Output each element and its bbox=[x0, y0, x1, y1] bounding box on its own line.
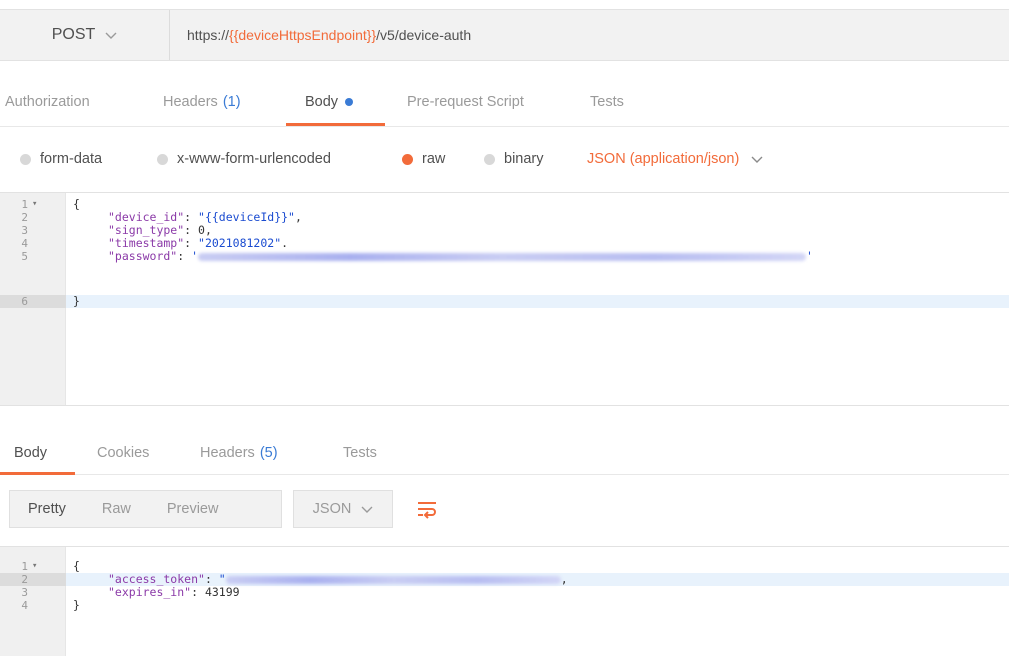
code-line: 5 "password": ' ' bbox=[21, 249, 813, 264]
line-number: 5 bbox=[21, 250, 28, 263]
radio-label: binary bbox=[504, 151, 544, 167]
json-value: "2021081202" bbox=[198, 236, 282, 250]
body-type-selector: form-data x-www-form-urlencoded raw bina… bbox=[0, 143, 1009, 175]
tab-label: Tests bbox=[590, 94, 624, 110]
radio-button[interactable] bbox=[157, 153, 168, 165]
active-tab-indicator bbox=[0, 472, 75, 475]
line-number: 3 bbox=[21, 586, 28, 599]
response-format-dropdown[interactable]: JSON bbox=[293, 490, 393, 528]
tab-response-headers[interactable]: Headers (5) bbox=[200, 434, 278, 472]
tab-label: Headers bbox=[163, 94, 218, 110]
request-url-bar: POST https://{{deviceHttpsEndpoint}}/v5/… bbox=[0, 9, 1009, 61]
json-punct: . bbox=[281, 236, 289, 250]
chevron-down-icon bbox=[105, 28, 117, 43]
method-label: POST bbox=[51, 26, 96, 43]
radio-label: x-www-form-urlencoded bbox=[177, 151, 331, 167]
json-key: "device_id" bbox=[108, 210, 185, 224]
json-key: "expires_in" bbox=[108, 585, 192, 599]
code-text: } bbox=[73, 598, 80, 612]
url-input[interactable]: https://{{deviceHttpsEndpoint}}/v5/devic… bbox=[187, 10, 471, 60]
json-punct: , bbox=[294, 210, 302, 224]
request-tabs: Authorization Headers (1) Body Pre-reques… bbox=[0, 80, 1009, 127]
json-value: 0 bbox=[198, 223, 205, 237]
radio-button[interactable] bbox=[20, 153, 31, 165]
tab-body[interactable]: Body bbox=[305, 80, 354, 124]
json-punct: , bbox=[204, 223, 212, 237]
line-number: 3 bbox=[21, 224, 28, 237]
view-preview-button[interactable]: Preview bbox=[149, 501, 237, 517]
tab-label: Body bbox=[14, 445, 48, 461]
view-mode-switch: Pretty Raw Preview bbox=[9, 490, 282, 528]
response-format-label: JSON bbox=[312, 501, 352, 517]
json-value: ' bbox=[191, 249, 199, 263]
tab-label: Authorization bbox=[5, 94, 90, 110]
radio-x-www-form-urlencoded[interactable]: x-www-form-urlencoded bbox=[157, 143, 331, 175]
code-line: 3 "expires_in": 43199 bbox=[21, 585, 240, 600]
json-punct: ' bbox=[806, 249, 813, 263]
view-raw-button[interactable]: Raw bbox=[84, 501, 149, 517]
tab-label: Headers bbox=[200, 445, 255, 461]
line-number: 4 bbox=[21, 599, 28, 612]
active-tab-indicator bbox=[286, 123, 385, 126]
radio-binary[interactable]: binary bbox=[484, 143, 544, 175]
radio-button[interactable] bbox=[484, 153, 495, 165]
line-number: 1 bbox=[21, 198, 28, 211]
code-text: } bbox=[73, 294, 80, 308]
line-number: 4 bbox=[21, 237, 28, 250]
tab-authorization[interactable]: Authorization bbox=[5, 80, 90, 124]
chevron-down-icon bbox=[751, 152, 763, 167]
tab-headers[interactable]: Headers (1) bbox=[163, 80, 241, 124]
json-key: "access_token" bbox=[108, 572, 205, 586]
tab-cookies[interactable]: Cookies bbox=[97, 434, 149, 472]
response-body-viewer[interactable]: 1 ▾ { 2 "access_token": ", 3 "expires_in"… bbox=[0, 546, 1009, 656]
tab-label: Cookies bbox=[97, 445, 150, 461]
fold-arrow-icon[interactable]: ▾ bbox=[32, 560, 37, 573]
response-toolbar: Pretty Raw Preview JSON bbox=[0, 490, 1009, 530]
request-body-editor[interactable]: 1 ▾ { 2 "device_id": "{{deviceId}}", 3 "s… bbox=[0, 192, 1009, 406]
url-suffix: /v5/device-auth bbox=[376, 27, 472, 43]
view-pretty-button[interactable]: Pretty bbox=[10, 501, 84, 517]
line-number: 2 bbox=[21, 573, 28, 586]
radio-form-data[interactable]: form-data bbox=[20, 143, 102, 175]
tab-response-body[interactable]: Body bbox=[14, 434, 47, 472]
json-punct: , bbox=[560, 572, 568, 586]
code-text: { bbox=[73, 559, 80, 573]
tab-label: Tests bbox=[343, 445, 377, 461]
redacted-value bbox=[198, 252, 807, 261]
json-key: "timestamp" bbox=[108, 236, 185, 250]
code-line: 4 } bbox=[0, 598, 1009, 613]
wrap-lines-icon[interactable] bbox=[407, 490, 447, 528]
modified-dot-icon bbox=[345, 98, 354, 106]
fold-arrow-icon[interactable]: ▾ bbox=[32, 198, 37, 211]
line-number: 2 bbox=[21, 211, 28, 224]
tab-pre-request-script[interactable]: Pre-request Script bbox=[407, 80, 524, 124]
url-variable: {{deviceHttpsEndpoint}} bbox=[229, 27, 377, 43]
method-select[interactable]: POST bbox=[0, 10, 170, 60]
radio-label: raw bbox=[422, 151, 446, 167]
tab-response-tests[interactable]: Tests bbox=[343, 434, 377, 472]
json-value: "{{deviceId}}" bbox=[198, 210, 295, 224]
radio-label: form-data bbox=[40, 151, 103, 167]
radio-raw[interactable]: raw bbox=[402, 143, 445, 175]
redacted-value bbox=[225, 575, 561, 584]
json-key: "sign_type" bbox=[108, 223, 185, 237]
tab-count-badge: (5) bbox=[259, 445, 278, 461]
tab-count-badge: (1) bbox=[222, 94, 241, 110]
json-value: " bbox=[218, 572, 226, 586]
json-key: "password" bbox=[108, 249, 178, 263]
response-tabs: Body Cookies Headers (5) Tests bbox=[0, 434, 1009, 475]
url-prefix: https:// bbox=[187, 27, 230, 43]
chevron-down-icon bbox=[361, 502, 373, 517]
code-text: { bbox=[73, 197, 80, 211]
line-number: 6 bbox=[21, 295, 28, 308]
body-format-label: JSON (application/json) bbox=[587, 151, 740, 167]
code-line-active: 6 } bbox=[0, 295, 1009, 308]
tab-tests[interactable]: Tests bbox=[590, 80, 624, 124]
json-value: 43199 bbox=[204, 585, 240, 599]
radio-button-selected[interactable] bbox=[402, 153, 413, 165]
body-format-dropdown[interactable]: JSON (application/json) bbox=[587, 143, 763, 175]
line-number: 1 bbox=[21, 560, 28, 573]
tab-label: Body bbox=[305, 94, 339, 110]
tab-label: Pre-request Script bbox=[407, 94, 524, 110]
